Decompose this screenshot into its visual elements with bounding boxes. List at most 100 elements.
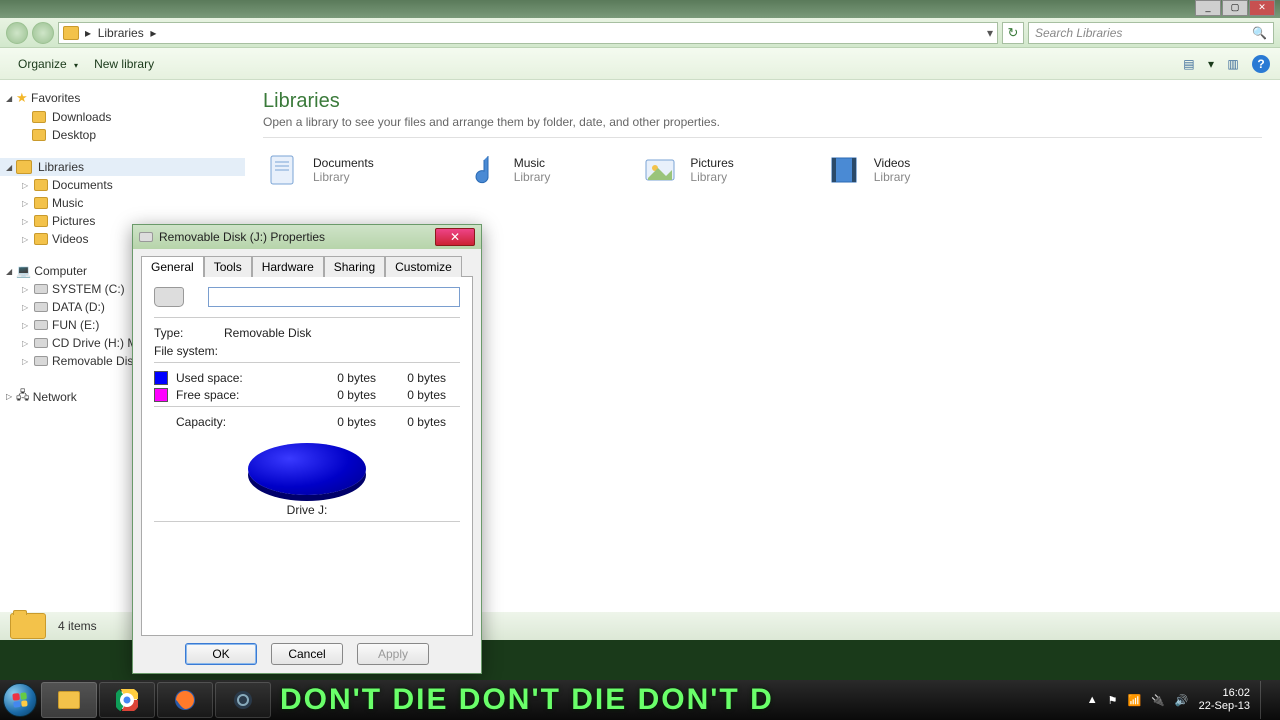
library-documents[interactable]: DocumentsLibrary	[263, 150, 374, 190]
preview-pane-button[interactable]: ▥	[1224, 55, 1242, 73]
sidebar-item-downloads[interactable]: Downloads	[0, 108, 245, 126]
type-value: Removable Disk	[224, 326, 311, 340]
network-icon[interactable]: 📶	[1128, 694, 1142, 707]
organize-label: Organize	[18, 57, 67, 71]
library-pictures[interactable]: PicturesLibrary	[640, 150, 733, 190]
breadcrumb-root[interactable]: Libraries	[98, 26, 144, 40]
folder-icon	[34, 233, 48, 245]
new-library-button[interactable]: New library	[86, 53, 162, 75]
free-space-bytes: 0 bytes	[296, 388, 376, 402]
refresh-button[interactable]: ↻	[1002, 22, 1024, 44]
free-space-swatch	[154, 388, 168, 402]
taskbar-chrome[interactable]	[99, 682, 155, 718]
back-button[interactable]	[6, 22, 28, 44]
favorites-label: Favorites	[31, 91, 80, 105]
search-input[interactable]: Search Libraries 🔍	[1028, 22, 1274, 44]
chevron-down-icon: ▾	[74, 61, 78, 70]
documents-icon	[263, 150, 303, 190]
used-space-label: Used space:	[176, 371, 296, 385]
type-label: Type:	[154, 326, 224, 340]
maximize-button[interactable]: ▢	[1222, 0, 1248, 16]
browser-tabstrip	[0, 0, 1280, 18]
tab-hardware[interactable]: Hardware	[252, 256, 324, 277]
folder-icon	[34, 215, 48, 227]
flag-icon[interactable]: ⚑	[1108, 694, 1118, 707]
drive-label: Drive J:	[154, 503, 460, 517]
view-options-button[interactable]: ▤	[1180, 55, 1198, 73]
used-space-swatch	[154, 371, 168, 385]
folder-icon	[34, 197, 48, 209]
network-label: Network	[33, 390, 77, 404]
tray-overflow-button[interactable]: ▲	[1087, 694, 1098, 706]
used-space-human: 0 bytes	[376, 371, 446, 385]
dialog-title: Removable Disk (J:) Properties	[159, 230, 325, 244]
breadcrumb-dropdown[interactable]: ▾	[987, 26, 993, 40]
chevron-down-icon[interactable]: ▾	[1208, 57, 1214, 71]
libraries-icon	[16, 160, 32, 174]
disk-icon	[139, 232, 153, 242]
search-icon[interactable]: 🔍	[1252, 26, 1267, 40]
taskbar-app[interactable]	[215, 682, 271, 718]
drive-icon	[34, 338, 48, 348]
free-space-human: 0 bytes	[376, 388, 446, 402]
apply-button[interactable]: Apply	[357, 643, 429, 665]
drive-icon	[154, 287, 184, 307]
sidebar-item-desktop[interactable]: Desktop	[0, 126, 245, 144]
power-icon[interactable]: 🔌	[1151, 694, 1165, 707]
wallpaper-text: DON'T DIE DON'T DIE DON'T D	[272, 680, 1077, 720]
star-icon: ★	[16, 90, 28, 106]
taskbar-firefox[interactable]	[157, 682, 213, 718]
free-space-label: Free space:	[176, 388, 296, 402]
breadcrumb[interactable]: ▸ Libraries ▸ ▾	[58, 22, 998, 44]
usage-pie-chart	[248, 443, 366, 495]
music-icon	[464, 150, 504, 190]
sidebar-item-documents[interactable]: ▷Documents	[0, 176, 245, 194]
sidebar-item-music[interactable]: ▷Music	[0, 194, 245, 212]
dialog-close-button[interactable]: ✕	[435, 228, 475, 246]
help-button[interactable]: ?	[1252, 55, 1270, 73]
clock-time: 16:02	[1199, 687, 1250, 700]
drive-icon	[34, 302, 48, 312]
computer-label: Computer	[34, 264, 87, 278]
drive-icon	[34, 356, 48, 366]
used-space-bytes: 0 bytes	[296, 371, 376, 385]
videos-icon	[824, 150, 864, 190]
tab-general[interactable]: General	[141, 256, 204, 277]
ok-button[interactable]: OK	[185, 643, 257, 665]
taskbar-explorer[interactable]	[41, 682, 97, 718]
aperture-icon	[232, 689, 254, 711]
drive-name-input[interactable]	[208, 287, 460, 307]
organize-menu[interactable]: Organize ▾	[10, 53, 86, 75]
page-title: Libraries	[263, 90, 1262, 113]
tab-customize[interactable]: Customize	[385, 256, 462, 277]
folder-icon	[32, 111, 46, 123]
drive-icon	[34, 320, 48, 330]
drive-icon	[34, 284, 48, 294]
libraries-label: Libraries	[38, 160, 84, 174]
volume-icon[interactable]: 🔊	[1175, 694, 1189, 707]
clock-date: 22-Sep-13	[1199, 700, 1250, 713]
sidebar-group-libraries[interactable]: ◢ Libraries	[0, 158, 245, 176]
folder-icon	[63, 26, 79, 40]
status-text: 4 items	[58, 619, 97, 633]
library-music[interactable]: MusicLibrary	[464, 150, 551, 190]
tab-sharing[interactable]: Sharing	[324, 256, 385, 277]
tab-tools[interactable]: Tools	[204, 256, 252, 277]
start-button[interactable]	[0, 680, 40, 720]
computer-icon: 💻	[16, 264, 31, 278]
folder-icon	[10, 613, 46, 639]
breadcrumb-sep: ▸	[85, 26, 91, 40]
folder-icon	[58, 691, 80, 709]
library-videos[interactable]: VideosLibrary	[824, 150, 911, 190]
folder-icon	[32, 129, 46, 141]
window-close-button[interactable]: ✕	[1249, 0, 1275, 16]
capacity-human: 0 bytes	[376, 415, 446, 429]
tray-clock[interactable]: 16:02 22-Sep-13	[1199, 687, 1250, 713]
show-desktop-button[interactable]	[1260, 681, 1270, 719]
forward-button[interactable]	[32, 22, 54, 44]
cancel-button[interactable]: Cancel	[271, 643, 343, 665]
folder-icon	[34, 179, 48, 191]
sidebar-group-favorites[interactable]: ◢ ★ Favorites	[0, 88, 245, 108]
minimize-button[interactable]: _	[1195, 0, 1221, 16]
firefox-icon	[174, 689, 196, 711]
